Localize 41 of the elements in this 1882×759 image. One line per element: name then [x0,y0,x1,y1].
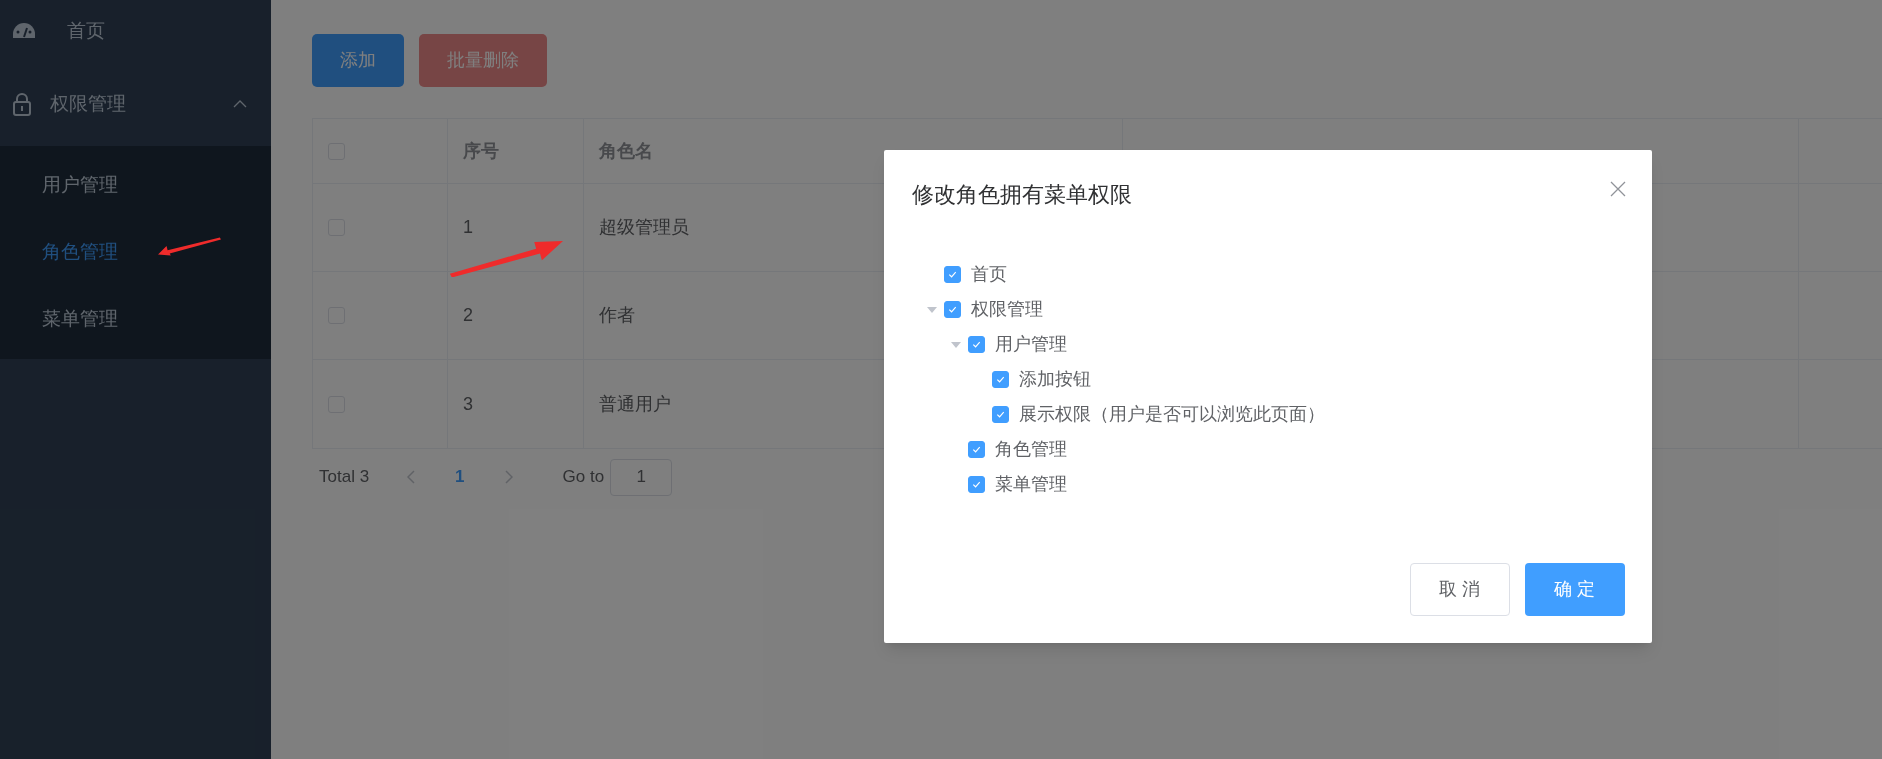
checkbox[interactable] [944,266,961,283]
tree-label: 用户管理 [995,333,1067,356]
page-input[interactable]: 1 [610,458,673,496]
previous-icon[interactable] [407,470,416,484]
check-icon [947,304,958,315]
caret-icon[interactable] [951,341,961,348]
page-number[interactable]: 1 [455,464,465,490]
tree-label: 权限管理 [971,298,1043,321]
checkbox[interactable] [944,301,961,318]
menu-label: 权限管理 [50,91,126,116]
menu-label: 首页 [67,18,105,43]
menu-item[interactable]: 首页 [0,0,271,62]
dialog-button[interactable]: 确 定 [1525,563,1625,616]
submenu-item[interactable]: 菜单管理 [0,286,271,353]
check-icon [995,409,1006,420]
chevron-icon[interactable] [233,100,247,108]
checkbox[interactable] [968,336,985,353]
check-icon [995,374,1006,385]
submenu-item[interactable]: 用户管理 [0,152,271,219]
checkbox[interactable] [968,441,985,458]
check-icon [971,339,982,350]
close-icon[interactable] [1610,181,1626,197]
next-icon[interactable] [504,470,513,484]
lock-icon [12,92,32,116]
goto-label: Go to [562,466,605,489]
checkbox[interactable] [992,371,1009,388]
table-cell: 3 [448,360,584,448]
menu-item[interactable]: 权限管理 [0,62,271,146]
dashboard-icon [12,22,36,40]
tree-label: 添加按钮 [1019,368,1091,391]
dialog-button[interactable]: 取 消 [1410,563,1510,616]
checkbox[interactable] [968,476,985,493]
total-count: Total 3 [319,466,370,489]
tree-label: 菜单管理 [995,473,1067,496]
check-icon [947,269,958,280]
checkbox[interactable] [992,406,1009,423]
check-icon [971,479,982,490]
caret-icon[interactable] [927,306,937,313]
submenu-item[interactable]: 角色管理 [0,219,271,286]
check-icon [971,444,982,455]
toolbar-button[interactable]: 添加 [312,34,404,87]
